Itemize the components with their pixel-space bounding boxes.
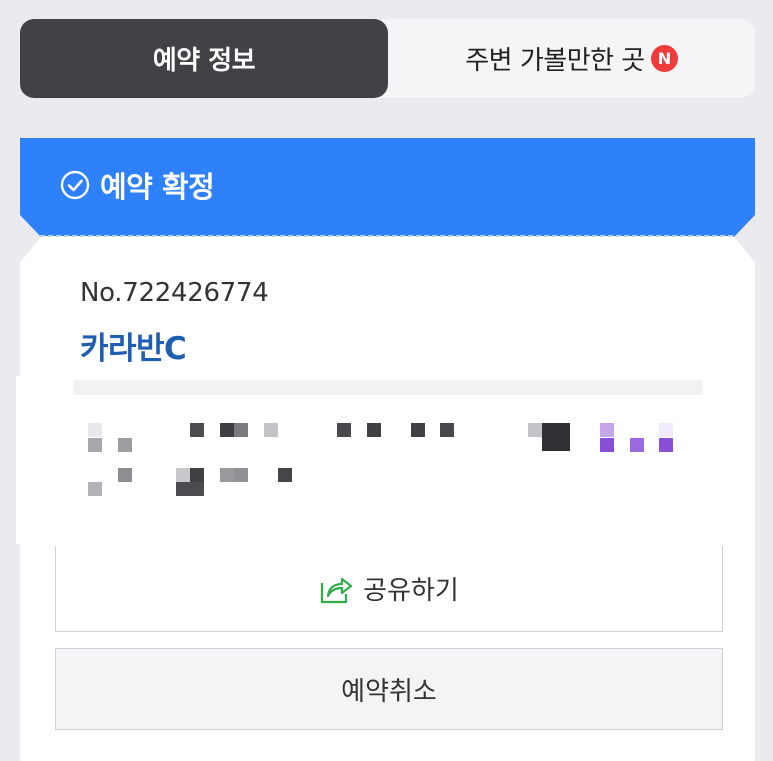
redaction-pixel (337, 423, 351, 437)
status-banner: 예약 확정 (20, 138, 755, 238)
redaction-pixel (659, 423, 673, 437)
redaction-pixel (630, 438, 644, 452)
redaction-pixel (234, 423, 248, 437)
share-label: 공유하기 (363, 576, 459, 606)
ticket-divider (40, 235, 735, 237)
redaction-pixel (542, 423, 570, 451)
cancel-reservation-button[interactable]: 예약취소 (55, 648, 723, 730)
redacted-details (16, 376, 751, 544)
redaction-pixel (88, 438, 102, 452)
redaction-pixel (220, 423, 234, 437)
redaction-bar (73, 380, 703, 395)
tab-reservation-info-label: 예약 정보 (152, 46, 256, 76)
redaction-pixel (264, 423, 278, 437)
tab-reservation-info[interactable]: 예약 정보 (20, 19, 388, 98)
tab-nearby-places-label: 주변 가볼만한 곳 (465, 46, 645, 76)
redaction-pixel (234, 468, 248, 482)
status-label: 예약 확정 (100, 170, 215, 204)
new-badge: N (650, 45, 678, 72)
redaction-pixel (118, 438, 132, 452)
reservation-number: No.722426774 (80, 278, 269, 308)
tab-nearby-places[interactable]: 주변 가볼만한 곳 N (388, 19, 755, 98)
redaction-pixel (411, 423, 425, 437)
tab-bar: 예약 정보 주변 가볼만한 곳 N (20, 19, 755, 98)
place-name: 카라반C (80, 331, 187, 367)
redaction-pixel (118, 468, 132, 482)
redaction-pixel (88, 423, 102, 437)
redaction-pixel (600, 423, 614, 437)
redaction-pixel (440, 423, 454, 437)
redaction-pixel (278, 468, 292, 482)
cancel-reservation-label: 예약취소 (341, 676, 437, 707)
redaction-pixel (659, 438, 673, 452)
share-icon (321, 577, 353, 603)
redaction-pixel (600, 438, 614, 452)
redaction-pixel (176, 468, 190, 482)
redaction-pixel (190, 468, 204, 482)
redaction-pixel (367, 423, 381, 437)
share-button[interactable]: 공유하기 (55, 546, 723, 632)
redaction-pixel (528, 423, 542, 437)
check-circle-icon (60, 170, 90, 200)
redaction-pixel (176, 482, 204, 496)
redaction-pixel (220, 468, 234, 482)
redaction-pixel (88, 482, 102, 496)
redaction-pixel (190, 423, 204, 437)
